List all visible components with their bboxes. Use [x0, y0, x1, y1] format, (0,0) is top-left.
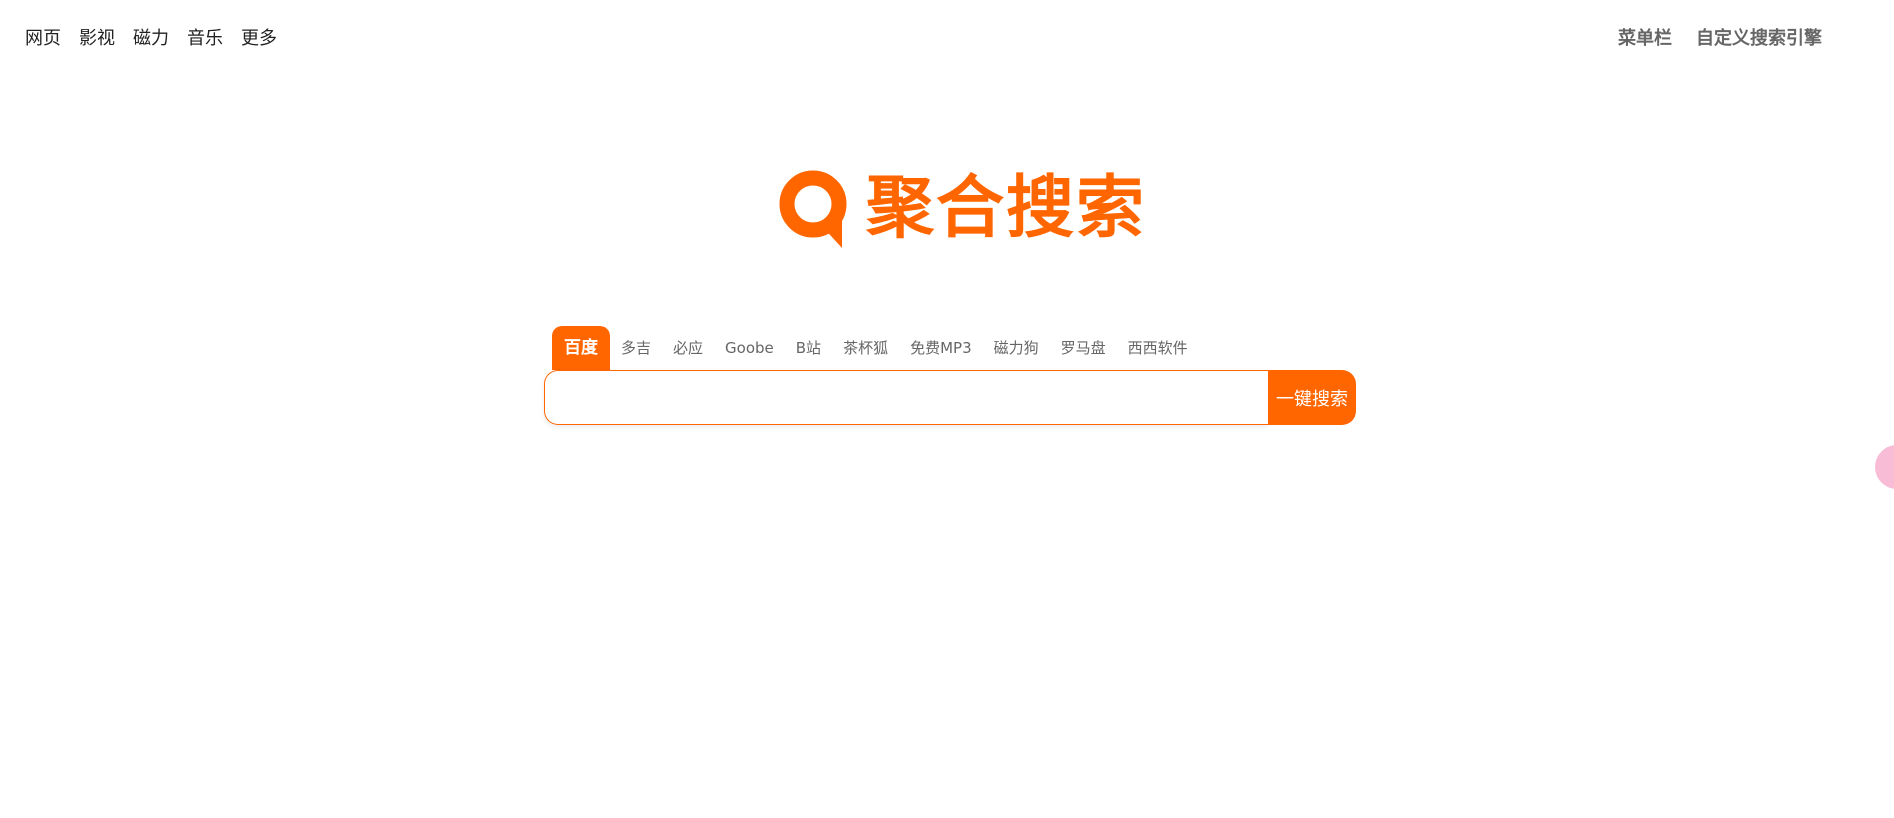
- tab-magnet-dog[interactable]: 磁力狗: [983, 326, 1050, 370]
- nav-item-more[interactable]: 更多: [241, 24, 277, 50]
- tab-free-mp3[interactable]: 免费MP3: [899, 326, 983, 370]
- page: 网页 影视 磁力 音乐 更多 菜单栏 自定义搜索引擎 聚合搜索 百度 多吉 必应…: [0, 0, 1894, 818]
- tab-bing[interactable]: 必应: [662, 326, 714, 370]
- floating-widget[interactable]: [1875, 445, 1894, 489]
- tab-bilibili[interactable]: B站: [785, 326, 832, 370]
- site-logo: 聚合搜索: [776, 168, 1146, 250]
- search-logo-icon: [779, 170, 847, 248]
- search-bar: 一键搜索: [544, 370, 1356, 425]
- tab-roma-pan[interactable]: 罗马盘: [1050, 326, 1117, 370]
- nav-item-web[interactable]: 网页: [25, 24, 61, 50]
- search-input[interactable]: [544, 370, 1268, 425]
- top-right-links: 菜单栏 自定义搜索引擎: [1618, 24, 1822, 50]
- nav-item-magnet[interactable]: 磁力: [133, 24, 169, 50]
- custom-engine-link[interactable]: 自定义搜索引擎: [1696, 24, 1822, 50]
- logo-text: 聚合搜索: [866, 169, 1147, 248]
- nav-item-music[interactable]: 音乐: [187, 24, 223, 50]
- tab-xixi-software[interactable]: 西西软件: [1117, 326, 1199, 370]
- nav-item-video[interactable]: 影视: [79, 24, 115, 50]
- tab-baidu[interactable]: 百度: [552, 326, 610, 370]
- tab-cupfox[interactable]: 茶杯狐: [832, 326, 899, 370]
- category-nav: 网页 影视 磁力 音乐 更多: [25, 24, 277, 50]
- engine-tabs: 百度 多吉 必应 Goobe B站 茶杯狐 免费MP3 磁力狗 罗马盘 西西软件: [552, 326, 1199, 370]
- tab-goobe[interactable]: Goobe: [714, 326, 785, 370]
- search-button[interactable]: 一键搜索: [1268, 370, 1356, 425]
- tab-dogedoge[interactable]: 多吉: [610, 326, 662, 370]
- menu-link[interactable]: 菜单栏: [1618, 24, 1672, 50]
